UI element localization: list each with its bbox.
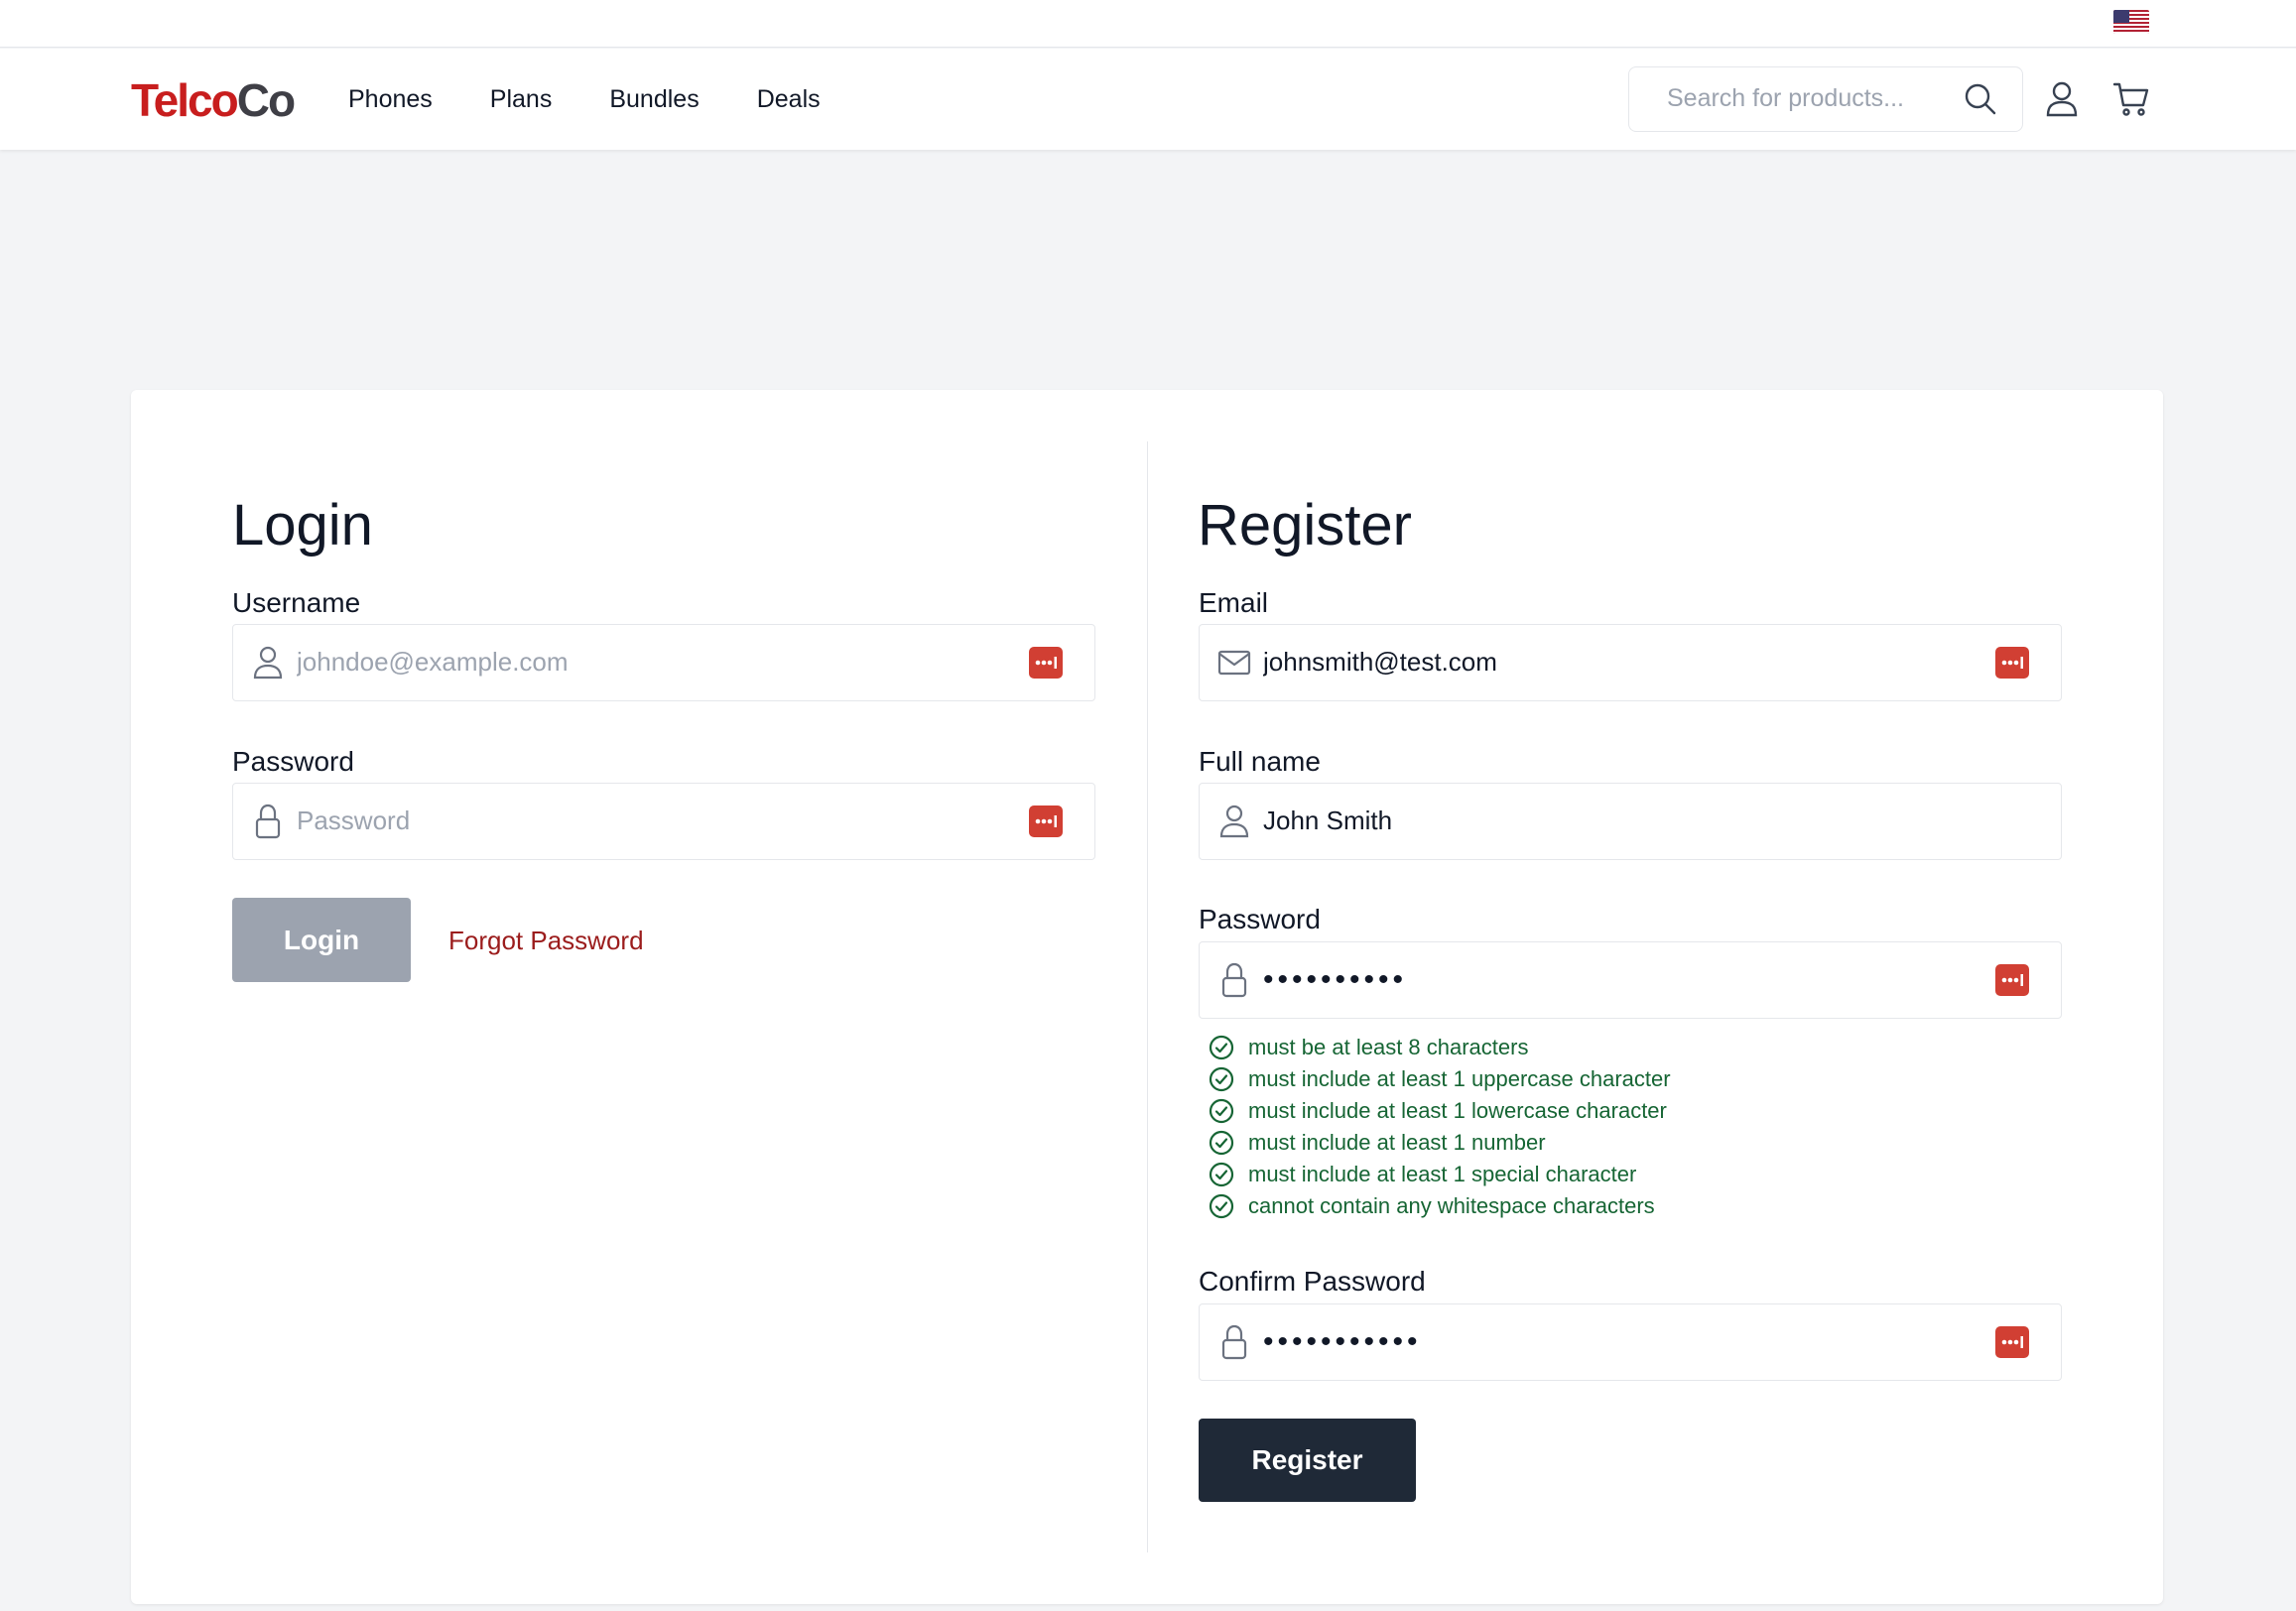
password-manager-icon[interactable] (1995, 647, 2029, 679)
check-circle-icon (1209, 1066, 1234, 1092)
check-circle-icon (1209, 1162, 1234, 1187)
fullname-label: Full name (1199, 746, 1321, 777)
username-input[interactable] (297, 625, 991, 699)
check-circle-icon (1209, 1130, 1234, 1156)
login-button[interactable]: Login (232, 898, 411, 982)
nav-item-bundles[interactable]: Bundles (609, 85, 699, 114)
register-title: Register (1198, 493, 1412, 558)
nav-item-deals[interactable]: Deals (757, 85, 821, 114)
check-circle-icon (1209, 1193, 1234, 1219)
shopping-cart-icon[interactable] (2113, 81, 2149, 117)
search-icon[interactable] (1964, 82, 1997, 116)
email-label: Email (1199, 587, 1269, 618)
password-rule: must include at least 1 special characte… (1209, 1159, 1671, 1190)
username-label: Username (232, 587, 361, 618)
confirm-password-label: Confirm Password (1199, 1266, 1426, 1297)
password-manager-icon[interactable] (1995, 964, 2029, 996)
email-input[interactable] (1263, 625, 1958, 699)
password-rule: must include at least 1 uppercase charac… (1209, 1063, 1671, 1095)
password-rules-list: must be at least 8 characters must inclu… (1209, 1032, 1671, 1222)
lock-icon (255, 804, 281, 839)
login-password-label: Password (232, 746, 354, 777)
envelope-icon (1217, 650, 1251, 676)
password-manager-icon[interactable] (1995, 1326, 2029, 1358)
lock-icon (1221, 962, 1247, 998)
username-field (232, 624, 1095, 701)
password-manager-icon[interactable] (1029, 806, 1063, 837)
login-password-field (232, 783, 1095, 860)
register-button[interactable]: Register (1199, 1419, 1416, 1502)
user-icon (253, 646, 283, 680)
email-field (1199, 624, 2062, 701)
search-input[interactable] (1667, 67, 1965, 130)
user-account-icon[interactable] (2046, 81, 2078, 117)
confirm-password-field (1199, 1303, 2062, 1381)
register-password-input[interactable] (1263, 942, 1958, 1017)
password-manager-icon[interactable] (1029, 647, 1063, 679)
search-box (1628, 66, 2023, 132)
fullname-input[interactable] (1263, 784, 1958, 858)
confirm-password-input[interactable] (1263, 1304, 1958, 1379)
login-password-input[interactable] (297, 784, 991, 858)
telcoco-logo[interactable]: TelcoCo (131, 74, 296, 126)
us-flag-icon[interactable] (2113, 10, 2149, 34)
fullname-field (1199, 783, 2062, 860)
password-rule: must be at least 8 characters (1209, 1032, 1671, 1063)
password-rule: must include at least 1 number (1209, 1127, 1671, 1159)
check-circle-icon (1209, 1098, 1234, 1124)
forgot-password-link[interactable]: Forgot Password (448, 926, 644, 956)
main-nav: Phones Plans Bundles Deals (348, 49, 878, 150)
site-header: TelcoCo Phones Plans Bundles Deals (0, 49, 2296, 150)
register-password-label: Password (1199, 904, 1321, 934)
user-icon (1219, 805, 1249, 838)
register-password-field (1199, 941, 2062, 1019)
column-divider (1147, 441, 1148, 1552)
nav-item-plans[interactable]: Plans (490, 85, 553, 114)
nav-item-phones[interactable]: Phones (348, 85, 433, 114)
password-rule: must include at least 1 lowercase charac… (1209, 1095, 1671, 1127)
password-rule: cannot contain any whitespace characters (1209, 1190, 1671, 1222)
top-strip (0, 0, 2296, 48)
login-title: Login (232, 493, 373, 558)
check-circle-icon (1209, 1035, 1234, 1060)
lock-icon (1221, 1324, 1247, 1360)
